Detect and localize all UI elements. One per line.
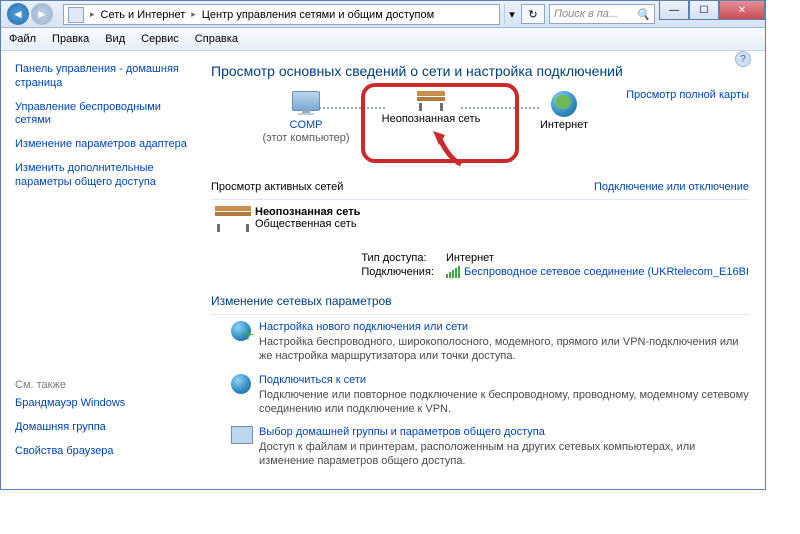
map-node-comp-label: COMP [261,119,351,132]
sidebar-see-also-head: См. также [15,379,191,391]
change-settings-head: Изменение сетевых параметров [211,294,749,308]
network-details: Тип доступа: Интернет Подключения: Беспр… [355,251,755,279]
map-node-internet-label: Интернет [529,119,599,132]
active-network-block[interactable]: Неопознанная сеть Общественная сеть [211,206,749,234]
breadcrumb-sep-icon: ▸ [191,9,196,20]
divider [211,199,749,200]
network-map: Просмотр полной карты COMP (этот компьют… [211,89,749,179]
sidebar-link-wireless[interactable]: Управление беспроводными сетями [15,101,191,129]
task-new-connection[interactable]: ＋ Настройка нового подключения или сети … [231,321,749,364]
search-input[interactable]: Поиск в па... 🔍 [549,4,655,24]
map-node-this-computer[interactable]: COMP (этот компьютер) [261,91,351,145]
network-center-icon [68,7,84,23]
menu-view[interactable]: Вид [105,33,125,45]
menu-file[interactable]: Файл [9,33,36,45]
sidebar-link-sharing[interactable]: Изменить дополнительные параметры общего… [15,162,191,190]
breadcrumb-part2[interactable]: Центр управления сетями и общим доступом [202,9,434,21]
map-node-internet[interactable]: Интернет [529,91,599,132]
address-dropdown-button[interactable]: ▾ [504,4,519,24]
globe-icon [551,91,577,117]
new-connection-icon: ＋ [231,321,259,364]
bench-icon [211,206,255,234]
sidebar-link-adapter[interactable]: Изменение параметров адаптера [15,138,191,152]
task-title: Подключиться к сети [259,374,749,386]
refresh-button[interactable]: ↻ [521,4,545,24]
sidebar-link-firewall[interactable]: Брандмауэр Windows [15,397,191,411]
task-desc: Подключение или повторное подключение к … [259,388,749,417]
access-type-value: Интернет [440,251,755,265]
computer-icon [289,91,323,117]
divider [211,314,749,315]
connection-link[interactable]: Беспроводное сетевое соединение (UKRtele… [464,266,749,278]
active-networks-label: Просмотр активных сетей Подключение или … [211,181,749,193]
breadcrumb-part1[interactable]: Сеть и Интернет [101,9,186,21]
task-desc: Доступ к файлам и принтерам, расположенн… [259,440,749,469]
titlebar: ◄ ► ▸ Сеть и Интернет ▸ Центр управления… [1,1,765,28]
sidebar-link-browser[interactable]: Свойства браузера [15,445,191,459]
full-map-link[interactable]: Просмотр полной карты [626,89,749,101]
search-placeholder: Поиск в па... [554,8,618,20]
search-icon: 🔍 [636,8,650,21]
connect-disconnect-link[interactable]: Подключение или отключение [594,181,749,193]
nav-forward-button[interactable]: ► [31,3,53,25]
breadcrumb-sep-icon: ▸ [90,9,95,20]
task-title: Настройка нового подключения или сети [259,321,749,333]
task-connect-network[interactable]: Подключиться к сети Подключение или повт… [231,374,749,417]
help-icon[interactable]: ? [735,51,751,67]
address-bar[interactable]: ▸ Сеть и Интернет ▸ Центр управления сет… [63,4,500,25]
connect-network-icon [231,374,259,417]
access-type-label: Тип доступа: [355,251,440,265]
content-area: ? Просмотр основных сведений о сети и на… [201,51,765,489]
nav-back-button[interactable]: ◄ [7,3,29,25]
active-network-title: Неопознанная сеть [255,206,360,218]
close-button[interactable]: ✕ [719,1,765,20]
menubar: Файл Правка Вид Сервис Справка [1,28,765,51]
connections-label: Подключения: [355,265,440,279]
signal-icon [446,266,461,278]
maximize-button[interactable]: ☐ [689,1,719,20]
control-panel-window: ◄ ► ▸ Сеть и Интернет ▸ Центр управления… [0,0,766,490]
page-title: Просмотр основных сведений о сети и наст… [211,63,749,79]
menu-service[interactable]: Сервис [141,33,179,45]
map-node-comp-sub: (этот компьютер) [261,132,351,145]
sidebar-link-homegroup[interactable]: Домашняя группа [15,421,191,435]
task-desc: Настройка беспроводного, широкополосного… [259,335,749,364]
homegroup-icon [231,426,259,469]
active-network-subtitle: Общественная сеть [255,218,360,230]
sidebar: Панель управления - домашняя страница Уп… [1,51,201,489]
menu-help[interactable]: Справка [195,33,238,45]
arrow-annotation-icon [431,129,471,169]
minimize-button[interactable]: — [659,1,689,20]
task-homegroup[interactable]: Выбор домашней группы и параметров общег… [231,426,749,469]
task-title: Выбор домашней группы и параметров общег… [259,426,749,438]
sidebar-link-home[interactable]: Панель управления - домашняя страница [15,63,191,91]
menu-edit[interactable]: Правка [52,33,89,45]
